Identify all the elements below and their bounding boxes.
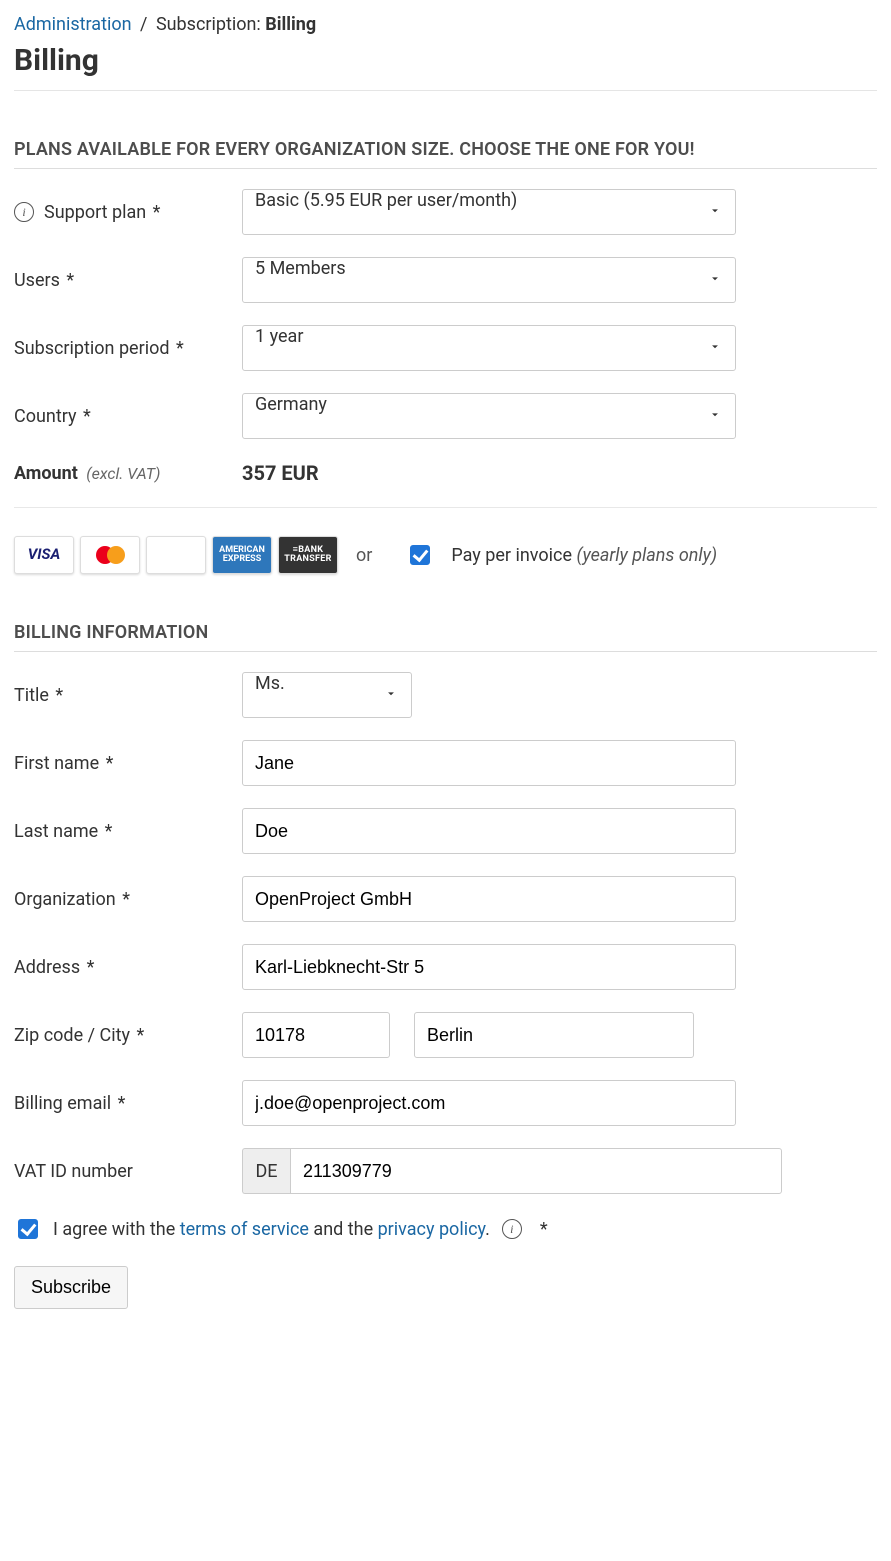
required-marker: *: [106, 753, 114, 774]
address-input[interactable]: [242, 944, 736, 990]
vat-label: VAT ID number: [14, 1161, 133, 1182]
first-name-label: First name: [14, 753, 99, 774]
terms-of-service-link[interactable]: terms of service: [180, 1219, 309, 1240]
last-name-input[interactable]: [242, 808, 736, 854]
country-select[interactable]: Germany: [242, 393, 736, 439]
zip-input[interactable]: [242, 1012, 390, 1058]
info-icon[interactable]: i: [14, 202, 34, 222]
address-label: Address: [14, 957, 80, 978]
required-marker: *: [118, 1093, 126, 1114]
required-marker: *: [176, 338, 184, 359]
support-plan-label: Support plan: [44, 202, 146, 223]
users-label: Users: [14, 270, 60, 291]
required-marker: *: [122, 889, 130, 910]
required-marker: *: [540, 1219, 548, 1240]
required-marker: *: [83, 406, 91, 427]
required-marker: *: [105, 821, 113, 842]
required-marker: *: [55, 685, 63, 706]
title-select[interactable]: Ms.: [242, 672, 412, 718]
pay-per-invoice-note: (yearly plans only): [576, 545, 717, 566]
amount-note: (excl. VAT): [86, 464, 160, 483]
organization-input[interactable]: [242, 876, 736, 922]
breadcrumb-section: Subscription:: [156, 14, 261, 35]
first-name-input[interactable]: [242, 740, 736, 786]
required-marker: *: [153, 202, 161, 223]
required-marker: *: [66, 270, 74, 291]
section-divider: [14, 507, 877, 508]
consent-text: I agree with the terms of service and th…: [53, 1219, 490, 1240]
vat-id-input[interactable]: [290, 1148, 782, 1194]
breadcrumb-page: Billing: [265, 14, 316, 35]
country-label: Country: [14, 406, 77, 427]
subscription-period-select[interactable]: 1 year: [242, 325, 736, 371]
breadcrumb-separator: /: [140, 14, 147, 35]
subscribe-button[interactable]: Subscribe: [14, 1266, 128, 1309]
mastercard-icon: [80, 536, 140, 574]
required-marker: *: [136, 1025, 144, 1046]
info-icon[interactable]: i: [502, 1219, 522, 1239]
breadcrumb-administration-link[interactable]: Administration: [14, 14, 132, 35]
billing-email-label: Billing email: [14, 1093, 111, 1114]
billing-section-heading: BILLING INFORMATION: [14, 622, 877, 652]
amount-value: 357 EUR: [242, 461, 319, 485]
maestro-icon: [146, 536, 206, 574]
consent-checkbox[interactable]: [18, 1219, 38, 1239]
plans-section-heading: PLANS AVAILABLE FOR EVERY ORGANIZATION S…: [14, 139, 877, 169]
breadcrumb: Administration / Subscription: Billing: [14, 14, 877, 35]
required-marker: *: [87, 957, 95, 978]
last-name-label: Last name: [14, 821, 98, 842]
title-divider: [14, 90, 877, 91]
title-label: Title: [14, 685, 49, 706]
vat-prefix: DE: [242, 1148, 290, 1194]
payment-card-icons: VISA AMERICANEXPRESS ≡BANKTRANSFER: [14, 536, 338, 574]
amount-label: Amount: [14, 463, 78, 484]
users-select[interactable]: 5 Members: [242, 257, 736, 303]
support-plan-select[interactable]: Basic (5.95 EUR per user/month): [242, 189, 736, 235]
page-title: Billing: [14, 43, 877, 78]
privacy-policy-link[interactable]: privacy policy: [378, 1219, 486, 1240]
organization-label: Organization: [14, 889, 116, 910]
zip-city-label: Zip code / City: [14, 1025, 130, 1046]
visa-icon: VISA: [14, 536, 74, 574]
pay-per-invoice-checkbox[interactable]: [410, 545, 430, 565]
pay-per-invoice-label: Pay per invoice: [451, 545, 572, 566]
subscription-period-label: Subscription period: [14, 338, 170, 359]
bank-transfer-icon: ≡BANKTRANSFER: [278, 536, 338, 574]
city-input[interactable]: [414, 1012, 694, 1058]
amex-icon: AMERICANEXPRESS: [212, 536, 272, 574]
billing-email-input[interactable]: [242, 1080, 736, 1126]
or-text: or: [356, 545, 372, 566]
